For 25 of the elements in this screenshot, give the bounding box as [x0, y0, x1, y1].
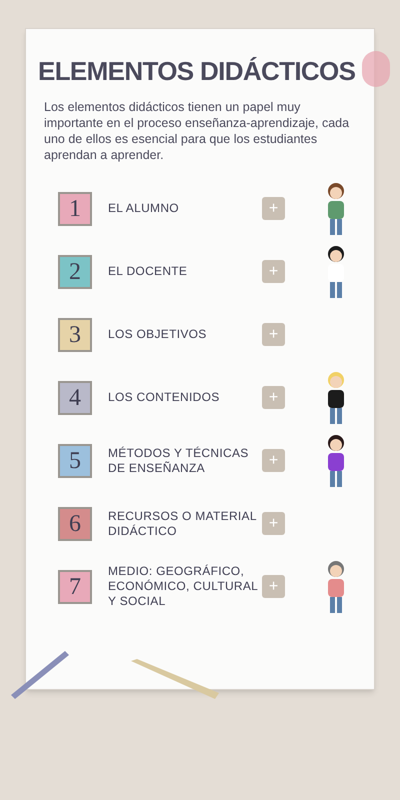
expand-button[interactable]: +: [262, 260, 285, 283]
number-tile: 4: [58, 380, 92, 414]
number-tile: 1: [58, 192, 92, 226]
page-title: ELEMENTOS DIDÁCTICOS: [38, 55, 356, 88]
item-label: LOS CONTENIDOS: [108, 390, 221, 405]
expand-button[interactable]: +: [262, 197, 285, 220]
expand-button[interactable]: +: [262, 512, 285, 535]
number-tile: 2: [58, 254, 92, 288]
expand-button[interactable]: +: [262, 449, 285, 472]
item-label: RECURSOS O MATERIAL DIDÁCTICO: [108, 508, 258, 538]
expand-button[interactable]: +: [262, 323, 285, 346]
pen-drawing: [11, 649, 71, 699]
intro-paragraph: Los elementos didácticos tienen un papel muy importante en el proceso enseñanza-aprendizaje, cada uno de ellos es esencial para que los estudiantes aprendan a aprender.: [44, 99, 350, 163]
number-tile: 6: [58, 506, 92, 540]
number-tile: 7: [58, 570, 92, 604]
number-tile: 5: [58, 444, 92, 478]
expand-button[interactable]: +: [262, 386, 285, 409]
item-label: MÉTODOS Y TÉCNICAS DE ENSEÑANZA: [108, 446, 250, 476]
item-label: EL DOCENTE: [108, 264, 188, 279]
expand-button[interactable]: +: [262, 575, 285, 598]
item-label: EL ALUMNO: [108, 201, 180, 216]
item-label: LOS OBJETIVOS: [108, 327, 208, 342]
number-tile: 3: [58, 318, 92, 352]
item-label: MEDIO: GEOGRÁFICO, ECONÓMICO, CULTURAL Y SOCIAL: [108, 564, 258, 609]
paint-stain: [362, 51, 390, 87]
